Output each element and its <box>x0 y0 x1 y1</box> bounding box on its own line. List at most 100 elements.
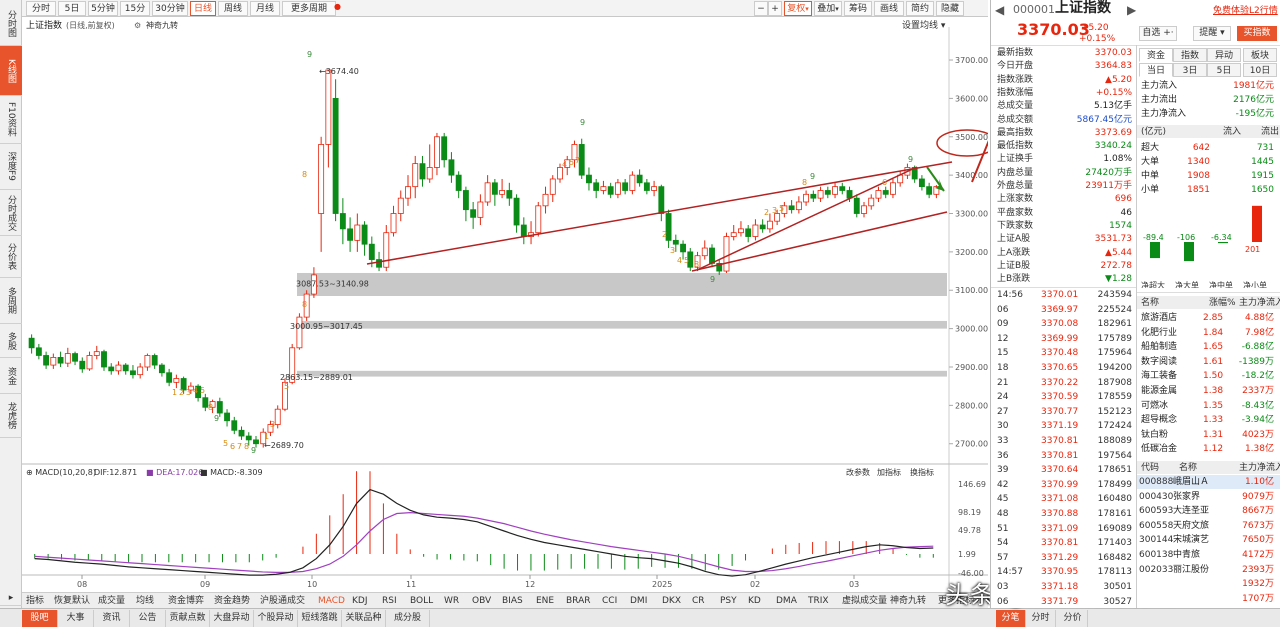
stock-code[interactable]: 000888 <box>1139 476 1173 488</box>
flow-subtab-2[interactable]: 5日 <box>1207 63 1241 77</box>
sector-head[interactable]: 主力净流入 <box>1239 297 1280 309</box>
left-nav-item-8[interactable]: 资金 <box>0 358 22 394</box>
sector-name[interactable]: 钛白粉 <box>1141 429 1168 441</box>
ma-settings-button[interactable]: 设置均线 ▾ <box>902 19 946 31</box>
stock-code[interactable]: 300144 <box>1139 534 1173 546</box>
indicator-12[interactable]: OBV <box>472 594 491 608</box>
sector-name[interactable]: 化肥行业 <box>1141 327 1177 339</box>
status-tab-8[interactable]: 关联品种 <box>342 610 386 627</box>
left-nav-item-1[interactable]: K线图 <box>0 46 22 96</box>
tool-5[interactable]: 隐藏 <box>936 1 964 16</box>
kline-chart[interactable]: 上证指数 (日线,前复权) ⚙ 神奇九转 设置均线 ▾3700.003600.00350… <box>22 17 988 592</box>
left-nav-item-4[interactable]: 分时成交 <box>0 190 22 236</box>
status-tab-4[interactable]: 贡献点数 <box>166 610 210 627</box>
macd-action-2[interactable]: 换指标 <box>910 467 934 477</box>
sector-name[interactable]: 超导概念 <box>1141 414 1177 426</box>
indicator-5[interactable]: 资金趋势 <box>214 594 250 608</box>
stock-code[interactable]: 600558 <box>1139 520 1173 532</box>
indicator-13[interactable]: BIAS <box>502 594 523 608</box>
sector-head[interactable]: 名称 <box>1141 297 1159 309</box>
sector-name[interactable]: 可燃冰 <box>1141 400 1168 412</box>
stock-code[interactable]: 000430 <box>1139 491 1173 503</box>
sector-name[interactable]: 数字阅读 <box>1141 356 1177 368</box>
left-nav-item-0[interactable]: 分时图 <box>0 2 22 46</box>
prev-arrow-icon[interactable]: ◀ <box>995 4 1004 16</box>
sector-name[interactable]: 旅游酒店 <box>1141 312 1177 324</box>
indicator-3[interactable]: 均线 <box>136 594 154 608</box>
period-1[interactable]: 5日 <box>58 1 86 16</box>
period-7[interactable]: 月线 <box>250 1 280 16</box>
stock-name[interactable]: 中青旅 <box>1173 549 1200 561</box>
indicator-10[interactable]: BOLL <box>410 594 433 608</box>
status-tab-3[interactable]: 公告 <box>130 610 166 627</box>
status-tab-2[interactable]: 资讯 <box>94 610 130 627</box>
stock-name[interactable]: 大连圣亚 <box>1173 505 1209 517</box>
left-nav-item-6[interactable]: 多周期 <box>0 278 22 324</box>
buy-index-button[interactable]: 买指数 <box>1237 26 1277 41</box>
status-tab-6[interactable]: 个股异动 <box>254 610 298 627</box>
indicator-14[interactable]: ENE <box>536 594 554 608</box>
flow-subtab-3[interactable]: 10日 <box>1243 63 1277 77</box>
indicator-19[interactable]: CR <box>692 594 705 608</box>
status-tab-0[interactable]: 股吧 <box>22 610 58 627</box>
right-bottom-tab-1[interactable]: 分时 <box>1026 610 1056 627</box>
nav-expand-icon[interactable]: ▸ <box>0 590 22 606</box>
flow-tab-2[interactable]: 异动 <box>1207 48 1241 62</box>
indicator-16[interactable]: CCI <box>602 594 617 608</box>
indicator-21[interactable]: KD <box>748 594 761 608</box>
flow-subtab-0[interactable]: 当日 <box>1139 63 1173 77</box>
stock-code[interactable]: 002033 <box>1139 564 1173 576</box>
right-bottom-tab-0[interactable]: 分笔 <box>996 610 1026 627</box>
alert-button[interactable]: 提醒 ▾ <box>1193 26 1231 41</box>
indicator-23[interactable]: TRIX <box>808 594 829 608</box>
period-8[interactable]: 更多周期 <box>282 1 336 16</box>
indicator-7[interactable]: MACD <box>318 594 345 608</box>
indicator-4[interactable]: 资金博弈 <box>168 594 204 608</box>
left-nav-item-3[interactable]: 深度F9 <box>0 144 22 190</box>
period-2[interactable]: 5分钟 <box>88 1 118 16</box>
flow-subtab-1[interactable]: 3日 <box>1173 63 1207 77</box>
macd-action-0[interactable]: 改参数 <box>846 467 870 477</box>
free-l2-link[interactable]: 免费体验L2行情 <box>1213 5 1278 17</box>
tool-3[interactable]: 画线 <box>874 1 904 16</box>
stock-name[interactable]: 峨眉山Ａ <box>1173 476 1209 488</box>
tool-2[interactable]: 筹码 <box>844 1 872 16</box>
settings-gear-icon[interactable]: ⚙ <box>134 21 141 30</box>
chart-plus-button[interactable]: + <box>768 1 782 16</box>
stock-name[interactable]: 张家界 <box>1173 491 1200 503</box>
status-tab-9[interactable]: 成分股 <box>386 610 430 627</box>
period-3[interactable]: 15分钟 <box>120 1 150 29</box>
period-5[interactable]: 日线 <box>190 1 216 16</box>
next-arrow-icon[interactable]: ▶ <box>1127 4 1136 16</box>
status-tab-5[interactable]: 大盘异动 <box>210 610 254 627</box>
period-4[interactable]: 30分钟 <box>152 1 188 16</box>
stock-code[interactable]: 600138 <box>1139 549 1173 561</box>
indicator-0[interactable]: 指标 <box>26 594 44 608</box>
indicator-1[interactable]: 恢复默认 <box>54 594 90 608</box>
tool-0[interactable]: 复权▾ <box>784 1 812 16</box>
left-nav-item-7[interactable]: 多股 <box>0 324 22 358</box>
left-nav-item-2[interactable]: F10资料 <box>0 96 22 144</box>
stock-name[interactable]: 宋城演艺 <box>1173 534 1209 546</box>
indicator-9[interactable]: RSI <box>382 594 397 608</box>
indicator-15[interactable]: BRAR <box>566 594 590 608</box>
sector-name[interactable]: 低碳冶金 <box>1141 443 1177 455</box>
tool-1[interactable]: 叠加▾ <box>814 1 842 16</box>
indicator-20[interactable]: PSY <box>720 594 737 608</box>
sector-name[interactable]: 能源金属 <box>1141 385 1177 397</box>
indicator-6[interactable]: 沪股通成交 <box>260 594 305 608</box>
sector-name[interactable]: 海工装备 <box>1141 370 1177 382</box>
indicator-11[interactable]: WR <box>444 594 459 608</box>
sector-name[interactable]: 船舶制造 <box>1141 341 1177 353</box>
sector-head[interactable]: 涨幅% <box>1209 297 1236 309</box>
indicator-18[interactable]: DKX <box>662 594 681 608</box>
indicator-17[interactable]: DMI <box>630 594 647 608</box>
add-watchlist-button[interactable]: 自选 +· <box>1139 26 1177 41</box>
indicator-25[interactable]: 神奇九转 <box>890 594 926 608</box>
status-tab-1[interactable]: 大事 <box>58 610 94 627</box>
stock-name[interactable]: 丽江股份 <box>1173 564 1209 576</box>
status-tab-7[interactable]: 短线落跳 <box>298 610 342 627</box>
chart-minus-button[interactable]: − <box>754 1 768 16</box>
stock-name[interactable]: 天府文旅 <box>1173 520 1209 532</box>
indicator-2[interactable]: 成交量 <box>98 594 125 608</box>
